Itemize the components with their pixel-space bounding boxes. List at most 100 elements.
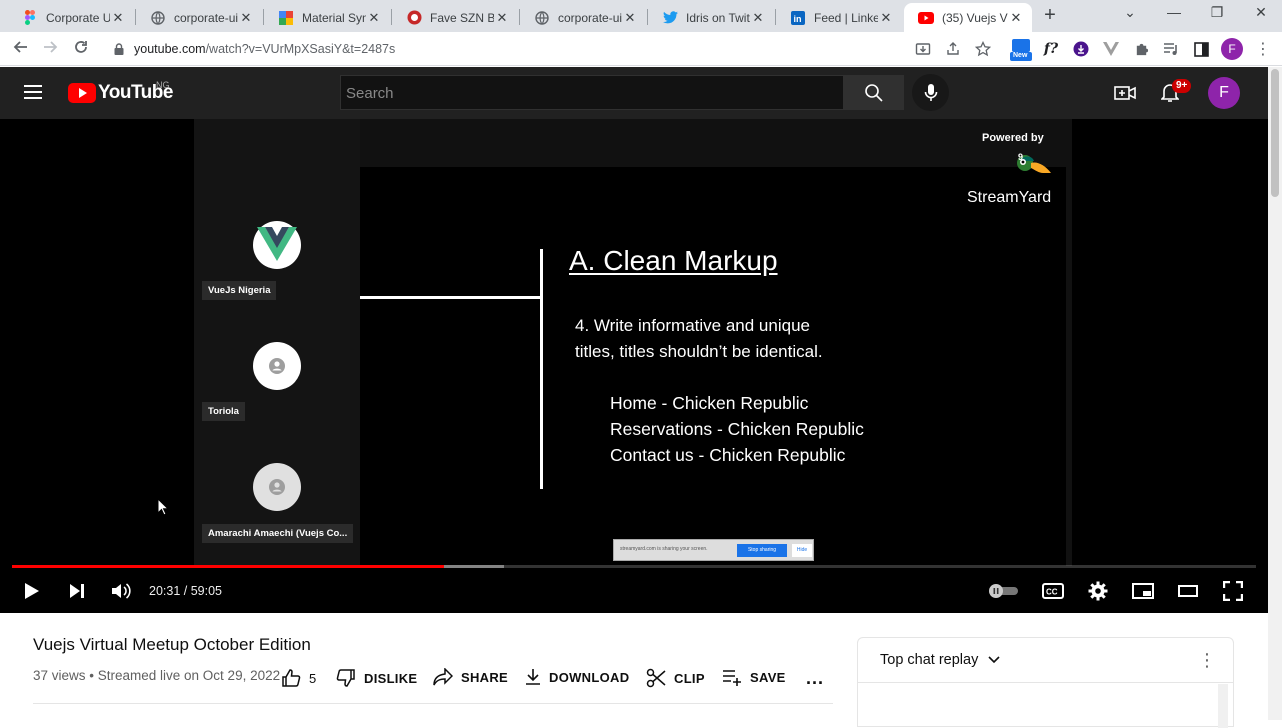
menu-icon[interactable] <box>24 85 42 99</box>
linkedin-icon: in <box>790 10 806 26</box>
create-video-icon[interactable] <box>1113 81 1137 105</box>
video-title: Vuejs Virtual Meetup October Edition <box>33 635 311 654</box>
streamyard-duck-icon: 9 <box>1017 152 1051 173</box>
close-icon[interactable]: ✕ <box>494 10 510 26</box>
side-panel-icon[interactable] <box>1192 40 1210 58</box>
window-close-button[interactable]: ✕ <box>1249 4 1273 21</box>
slide-divider-line <box>540 249 543 489</box>
like-button[interactable]: 5 <box>281 668 317 688</box>
played-segment <box>12 565 445 568</box>
close-icon[interactable]: ✕ <box>1008 10 1024 26</box>
slide-example-1: Home - Chicken Republic <box>610 393 809 413</box>
streamyard-wordmark: StreamYard <box>967 189 1052 206</box>
browser-tab[interactable]: Corporate Ui ✕ <box>8 3 134 32</box>
like-count: 5 <box>309 670 317 686</box>
close-icon[interactable]: ✕ <box>622 10 638 26</box>
clip-button[interactable]: CLIP <box>646 668 705 688</box>
thumbs-down-icon <box>336 669 355 687</box>
restore-button[interactable]: ❐ <box>1205 4 1229 21</box>
participant-name: Amarachi Amaechi (Vuejs Co... <box>202 524 354 543</box>
browser-menu-icon[interactable]: ⋮ <box>1254 40 1272 58</box>
chat-scrollbar[interactable] <box>1218 684 1228 728</box>
browser-tab[interactable]: Fave SZN Bio ✕ <box>392 3 518 32</box>
autoplay-toggle[interactable] <box>988 579 1020 603</box>
scrollbar-thumb[interactable] <box>1271 69 1279 197</box>
mouse-cursor-icon <box>157 498 169 516</box>
vue-devtools-icon[interactable] <box>1102 40 1120 58</box>
close-icon[interactable]: ✕ <box>878 10 894 26</box>
tab-title: corporate-ui <box>174 10 238 25</box>
globe-icon <box>150 10 166 26</box>
subtitles-button[interactable]: CC <box>1041 579 1065 603</box>
slide-point-line-1: 4. Write informative and unique <box>575 316 810 335</box>
save-button[interactable]: SAVE <box>722 668 786 686</box>
search-button[interactable] <box>844 75 904 110</box>
browser-tab[interactable]: Material Sym ✕ <box>264 3 390 32</box>
theater-mode-button[interactable] <box>1176 579 1200 603</box>
url-text[interactable]: youtube.com/watch?v=VUrMpXSasiY&t=2487s <box>134 42 395 56</box>
share-button[interactable]: SHARE <box>433 668 508 686</box>
browser-tab[interactable]: Idris on Twitt ✕ <box>648 3 774 32</box>
miniplayer-icon <box>1132 583 1154 599</box>
progress-bar[interactable] <box>12 565 1256 568</box>
thumbs-up-icon <box>282 669 301 687</box>
closed-captions-icon: CC <box>1042 583 1064 599</box>
search-placeholder: Search <box>346 85 394 102</box>
reload-button[interactable] <box>71 39 91 59</box>
share-page-icon[interactable] <box>944 40 962 58</box>
bookmark-star-icon[interactable] <box>974 40 992 58</box>
close-icon[interactable]: ✕ <box>238 10 254 26</box>
settings-button[interactable] <box>1086 579 1110 603</box>
profile-avatar[interactable]: F <box>1221 38 1243 60</box>
youtube-logo[interactable]: YouTube NG <box>68 80 173 104</box>
participant-avatar <box>253 342 301 390</box>
close-icon[interactable]: ✕ <box>110 10 126 26</box>
browser-tab[interactable]: in Feed | Linked ✕ <box>776 3 902 32</box>
dislike-button[interactable]: DISLIKE <box>336 668 417 688</box>
tab-title: corporate-ui <box>558 10 622 25</box>
download-extension-icon[interactable] <box>1072 40 1090 58</box>
play-button[interactable] <box>20 579 44 603</box>
search-icon <box>865 83 883 102</box>
new-tab-button[interactable]: + <box>1040 5 1060 25</box>
forward-button[interactable] <box>41 39 61 59</box>
page-scrollbar[interactable] <box>1268 67 1282 720</box>
extension-new-icon[interactable]: New <box>1010 38 1032 62</box>
miniplayer-button[interactable] <box>1131 579 1155 603</box>
account-avatar[interactable]: F <box>1208 77 1240 109</box>
volume-icon <box>112 583 131 599</box>
lock-icon[interactable] <box>114 42 124 60</box>
close-icon[interactable]: ✕ <box>366 10 382 26</box>
font-extension-icon[interactable]: f? <box>1042 40 1060 58</box>
tab-title: (35) Vuejs Vir <box>942 10 1008 25</box>
participant-name: VueJs Nigeria <box>202 281 277 300</box>
slide-point-line-2: titles, titles shouldn’t be identical. <box>575 342 823 361</box>
install-app-icon[interactable] <box>914 40 932 58</box>
dislike-label: DISLIKE <box>364 670 418 686</box>
more-actions-button[interactable]: ... <box>806 668 824 689</box>
back-button[interactable] <box>10 39 30 59</box>
media-control-icon[interactable] <box>1162 40 1180 58</box>
vue-logo-icon <box>257 227 297 261</box>
next-button[interactable] <box>65 579 89 603</box>
extensions-puzzle-icon[interactable] <box>1132 40 1150 58</box>
google-fonts-icon <box>278 10 294 26</box>
mute-button[interactable] <box>109 579 133 603</box>
fullscreen-button[interactable] <box>1221 579 1245 603</box>
browser-tab[interactable]: corporate-ui ✕ <box>520 3 646 32</box>
fullscreen-icon <box>1223 581 1243 601</box>
globe-icon <box>534 10 550 26</box>
chat-menu-icon[interactable]: ⋮ <box>1198 650 1216 671</box>
video-player[interactable]: VueJs Nigeria Toriola Amarachi Amaechi (… <box>0 119 1268 613</box>
download-button[interactable]: DOWNLOAD <box>525 668 629 686</box>
address-bar[interactable]: youtube.com/watch?v=VUrMpXSasiY&t=2487s <box>104 36 1004 62</box>
browser-tab-active[interactable]: (35) Vuejs Vir ✕ <box>904 3 1032 32</box>
voice-search-button[interactable] <box>912 74 949 111</box>
browser-tab[interactable]: corporate-ui ✕ <box>136 3 262 32</box>
close-icon[interactable]: ✕ <box>750 10 766 26</box>
chat-mode-dropdown[interactable]: Top chat replay <box>880 652 1000 668</box>
search-input[interactable]: Search <box>340 75 844 110</box>
participant-tile: VueJs Nigeria <box>198 219 360 339</box>
tab-search-icon[interactable]: ⌄ <box>1118 4 1142 21</box>
minimize-button[interactable]: — <box>1162 4 1186 20</box>
